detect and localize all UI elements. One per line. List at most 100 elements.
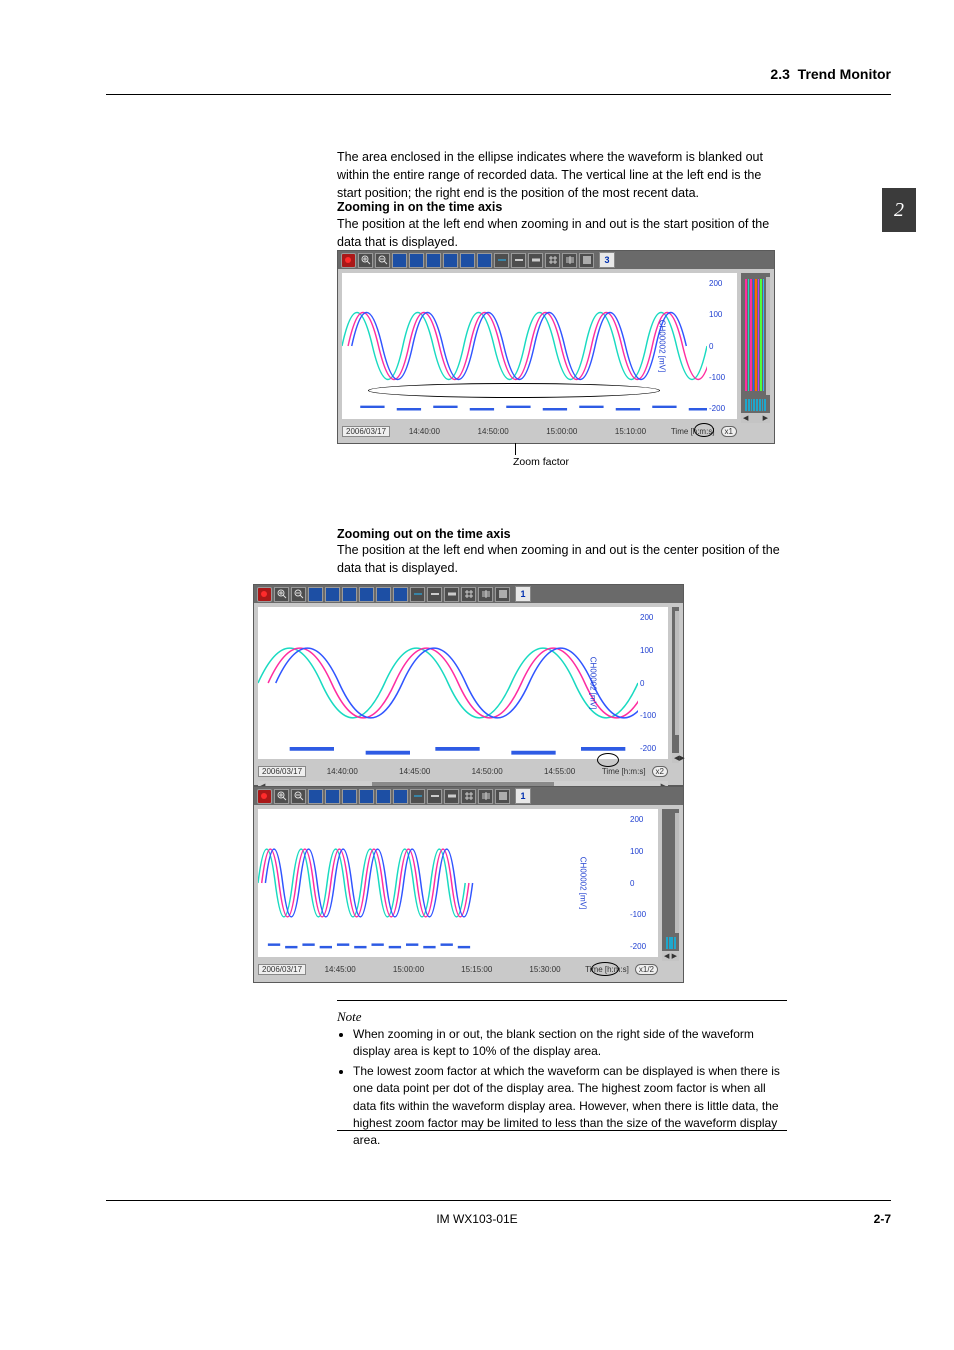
panel-nav[interactable]: ◀▶ bbox=[672, 753, 679, 763]
x-tick: 14:45:00 bbox=[325, 965, 356, 974]
tool-icon[interactable] bbox=[325, 789, 340, 804]
nav-left-icon[interactable]: ◀ bbox=[664, 952, 669, 960]
zoom-out-icon[interactable] bbox=[291, 587, 306, 602]
y-axis-ticks: 200 100 0 -100 -200 bbox=[707, 273, 737, 419]
tool-icon[interactable] bbox=[409, 253, 424, 268]
zoom-in-icon[interactable] bbox=[274, 587, 289, 602]
nav-left-icon[interactable]: ◀ bbox=[743, 414, 748, 422]
x-ticks: 14:45:00 15:00:00 15:15:00 15:30:00 bbox=[306, 965, 579, 974]
bar bbox=[745, 279, 747, 391]
nav-right-icon[interactable]: ▶ bbox=[672, 952, 677, 960]
grid-dense-icon[interactable] bbox=[495, 789, 510, 804]
note-rule-bottom bbox=[337, 1130, 787, 1131]
footer-page-number: 2-7 bbox=[874, 1212, 891, 1226]
x-axis-label: Time [h:m:s] bbox=[671, 427, 715, 436]
zoom-factor-box[interactable]: 3 bbox=[599, 252, 615, 268]
grid-dense-icon[interactable] bbox=[579, 253, 594, 268]
x-tick: 14:50:00 bbox=[472, 767, 503, 776]
chapter-tab: 2 bbox=[882, 188, 916, 232]
tool-icon[interactable] bbox=[443, 253, 458, 268]
note-item: The lowest zoom factor at which the wave… bbox=[353, 1063, 787, 1150]
x-tick: 14:50:00 bbox=[478, 427, 509, 436]
nav-right-icon[interactable]: ▶ bbox=[679, 754, 684, 762]
bar bbox=[763, 279, 765, 391]
tool-icon[interactable] bbox=[393, 789, 408, 804]
zoom-out-icon[interactable] bbox=[291, 789, 306, 804]
line-thin-icon[interactable] bbox=[410, 587, 425, 602]
footer-rule bbox=[106, 1200, 891, 1201]
bar bbox=[758, 279, 760, 391]
x-tick: 14:40:00 bbox=[409, 427, 440, 436]
tool-icon[interactable] bbox=[376, 587, 391, 602]
zoom-in-icon[interactable] bbox=[358, 253, 373, 268]
date-box: 2006/03/17 bbox=[258, 964, 306, 975]
vertical-slider[interactable] bbox=[675, 611, 679, 735]
line-thin-icon[interactable] bbox=[494, 253, 509, 268]
y-tick: 0 bbox=[709, 342, 735, 351]
record-icon[interactable] bbox=[341, 253, 356, 268]
line-med-icon[interactable] bbox=[427, 587, 442, 602]
y-tick: -100 bbox=[709, 373, 735, 382]
paragraph-blank-indicator: The area enclosed in the ellipse indicat… bbox=[337, 148, 787, 202]
tool-icon[interactable] bbox=[477, 253, 492, 268]
vertical-slider[interactable] bbox=[766, 277, 770, 395]
callout-line bbox=[515, 443, 516, 455]
waveform-plot: 200 100 0 -100 -200 CH00002 [mV] bbox=[258, 607, 668, 759]
x-ticks: 14:40:00 14:45:00 14:50:00 14:55:00 bbox=[306, 767, 596, 776]
tool-icon[interactable] bbox=[342, 587, 357, 602]
tool-icon[interactable] bbox=[359, 789, 374, 804]
tool-icon[interactable] bbox=[392, 253, 407, 268]
zoom-factor-box[interactable]: 1 bbox=[515, 586, 531, 602]
nav-right-icon[interactable]: ▶ bbox=[763, 414, 768, 422]
zoom-in-icon[interactable] bbox=[274, 789, 289, 804]
zoom-indicator: x2 bbox=[652, 766, 668, 777]
line-med-icon[interactable] bbox=[427, 789, 442, 804]
panel-nav[interactable]: ◀▶ bbox=[662, 951, 679, 961]
line-thick-icon[interactable] bbox=[444, 789, 459, 804]
zoom-out-icon[interactable] bbox=[375, 253, 390, 268]
tool-icon[interactable] bbox=[426, 253, 441, 268]
y-axis-ticks: 200 100 0 -100 -200 bbox=[638, 607, 668, 759]
tool-icon[interactable] bbox=[308, 789, 323, 804]
y-tick: 100 bbox=[640, 646, 666, 655]
tool-icon[interactable] bbox=[393, 587, 408, 602]
y-tick: 100 bbox=[630, 847, 656, 856]
line-med-icon[interactable] bbox=[511, 253, 526, 268]
grid-icon[interactable] bbox=[545, 253, 560, 268]
grid-icon[interactable] bbox=[478, 587, 493, 602]
trend-chart-window-1: 3 200 100 bbox=[337, 250, 775, 444]
waveform-plot: 200 100 0 -100 -200 CH00002 [mV] bbox=[258, 809, 658, 957]
grid-dense-icon[interactable] bbox=[495, 587, 510, 602]
zoom-factor-box[interactable]: 1 bbox=[515, 788, 531, 804]
chart-toolbar: 3 bbox=[338, 251, 774, 269]
footer-doc-id: IM WX103-01E bbox=[0, 1212, 954, 1226]
grid-icon[interactable] bbox=[478, 789, 493, 804]
tool-icon[interactable] bbox=[376, 789, 391, 804]
record-icon[interactable] bbox=[257, 789, 272, 804]
tool-icon[interactable] bbox=[308, 587, 323, 602]
zoom-indicator: x1/2 bbox=[635, 964, 658, 975]
tool-icon[interactable] bbox=[460, 253, 475, 268]
grid-icon[interactable] bbox=[461, 587, 476, 602]
zoom-indicator: x1 bbox=[721, 426, 737, 437]
line-thick-icon[interactable] bbox=[444, 587, 459, 602]
grid-icon[interactable] bbox=[562, 253, 577, 268]
vertical-slider[interactable] bbox=[675, 813, 679, 933]
line-thin-icon[interactable] bbox=[410, 789, 425, 804]
record-icon[interactable] bbox=[257, 587, 272, 602]
x-tick: 15:10:00 bbox=[615, 427, 646, 436]
tool-icon[interactable] bbox=[342, 789, 357, 804]
y-tick: 200 bbox=[630, 815, 656, 824]
tool-icon[interactable] bbox=[325, 587, 340, 602]
x-tick: 15:15:00 bbox=[461, 965, 492, 974]
y-tick: 200 bbox=[709, 279, 735, 288]
panel-nav[interactable]: ◀▶ bbox=[741, 413, 770, 423]
paragraph-zoom-in: The position at the left end when zoomin… bbox=[337, 215, 787, 251]
y-tick: -100 bbox=[640, 711, 666, 720]
line-thick-icon[interactable] bbox=[528, 253, 543, 268]
grid-icon[interactable] bbox=[461, 789, 476, 804]
tool-icon[interactable] bbox=[359, 587, 374, 602]
y-axis-label: CH00002 [mV] bbox=[588, 657, 597, 709]
bar bbox=[750, 279, 752, 391]
y-tick: -200 bbox=[630, 942, 656, 951]
